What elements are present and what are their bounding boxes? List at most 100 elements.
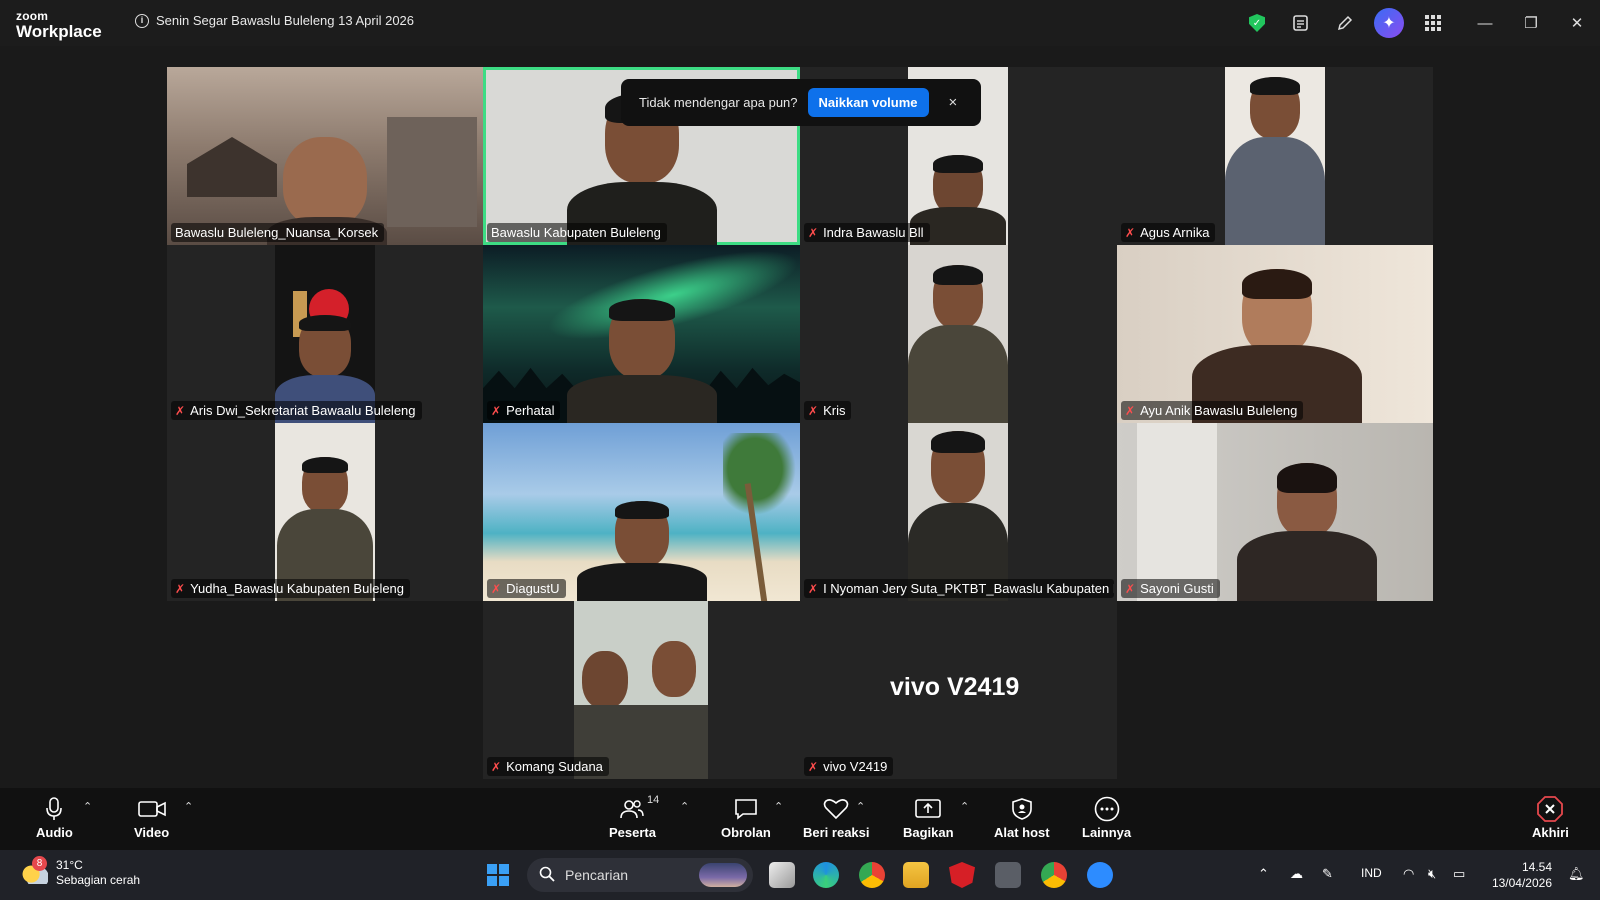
video-button[interactable]: Video	[134, 796, 169, 840]
raise-volume-button[interactable]: Naikkan volume	[807, 88, 929, 117]
share-caret-icon[interactable]: ⌃	[960, 800, 969, 813]
participant-video	[1242, 269, 1312, 355]
participant-tile[interactable]: ✗ DiagustU	[483, 423, 800, 601]
mic-muted-icon: ✗	[808, 225, 819, 240]
participants-caret-icon[interactable]: ⌃	[680, 800, 689, 813]
close-icon[interactable]: ✕	[1554, 8, 1600, 38]
notifications-bell-icon[interactable]: 🔔︎	[1568, 866, 1585, 882]
participant-video	[275, 245, 375, 423]
chat-button[interactable]: Obrolan	[721, 796, 771, 840]
chrome-profile-icon[interactable]	[1041, 862, 1067, 888]
popup-text: Tidak mendengar apa pun?	[639, 95, 798, 110]
search-highlight-image	[699, 863, 747, 887]
video-options-caret-icon[interactable]: ⌃	[184, 800, 193, 813]
participant-video	[283, 137, 367, 227]
zoom-app-icon[interactable]	[1087, 862, 1113, 888]
security-shield-icon[interactable]: ✓	[1242, 8, 1272, 38]
participant-tile[interactable]: ✗ Perhatal	[483, 245, 800, 423]
minimize-icon[interactable]: —	[1462, 8, 1508, 38]
audio-button[interactable]: Audio	[36, 796, 73, 840]
taskbar-search[interactable]: Pencarian	[527, 858, 753, 892]
mic-muted-icon: ✗	[808, 403, 819, 418]
share-screen-icon	[915, 796, 942, 822]
calculator-icon[interactable]	[995, 862, 1021, 888]
participant-tile[interactable]: Bawaslu Buleleng_Nuansa_Korsek	[167, 67, 483, 245]
windows-start-icon[interactable]	[487, 864, 509, 886]
participants-icon	[620, 796, 645, 822]
participant-video	[908, 423, 1008, 601]
participant-video	[275, 423, 375, 601]
participant-name: ✗ I Nyoman Jery Suta_PKTBT_Bawaslu Kabupa…	[804, 579, 1114, 598]
language-indicator[interactable]: IND	[1361, 866, 1382, 880]
participant-tile[interactable]: ✗ I Nyoman Jery Suta_PKTBT_Bawaslu Kabupa…	[800, 423, 1117, 601]
pen-input-icon[interactable]: ✎	[1322, 866, 1333, 882]
participant-video	[608, 299, 675, 379]
end-x-icon	[1537, 796, 1564, 822]
wifi-icon[interactable]: ◠	[1403, 866, 1414, 882]
search-placeholder: Pencarian	[565, 867, 629, 883]
participant-tile[interactable]: ✗ Sayoni Gusti	[1117, 423, 1433, 601]
participant-video	[908, 245, 1008, 423]
mic-muted-icon: ✗	[491, 403, 502, 418]
meeting-info[interactable]: i Senin Segar Bawaslu Buleleng 13 April …	[135, 13, 414, 28]
notes-icon[interactable]	[1286, 8, 1316, 38]
antivirus-shield-icon[interactable]	[949, 862, 975, 888]
chat-caret-icon[interactable]: ⌃	[774, 800, 783, 813]
chrome-icon[interactable]	[859, 862, 885, 888]
apps-grid-icon[interactable]	[1418, 8, 1448, 38]
end-meeting-button[interactable]: Akhiri	[1532, 796, 1569, 840]
mic-muted-icon: ✗	[808, 581, 819, 596]
participant-name: ✗ Agus Arnika	[1121, 223, 1216, 242]
react-caret-icon[interactable]: ⌃	[856, 800, 865, 813]
volume-muted-icon[interactable]: 🔇︎	[1428, 866, 1436, 882]
participant-tile[interactable]: ✗ Aris Dwi_Sekretariat Bawaalu Buleleng	[167, 245, 483, 423]
microphone-icon	[46, 796, 63, 822]
participant-tile[interactable]: ✗ Agus Arnika	[1117, 67, 1433, 245]
participant-video	[574, 601, 708, 779]
participant-video	[1225, 67, 1325, 245]
participant-name: ✗ Komang Sudana	[487, 757, 609, 776]
participant-name: ✗ vivo V2419	[804, 757, 894, 776]
participant-name: ✗ Aris Dwi_Sekretariat Bawaalu Buleleng	[171, 401, 422, 420]
clock-time: 14.54	[1521, 860, 1552, 874]
host-shield-icon	[1012, 796, 1032, 822]
participant-tile[interactable]: ✗ Kris	[800, 245, 1117, 423]
host-tools-button[interactable]: Alat host	[994, 796, 1050, 840]
more-button[interactable]: Lainnya	[1082, 796, 1131, 840]
mic-muted-icon: ✗	[1125, 403, 1136, 418]
participant-tile[interactable]: ✗ Ayu Anik Bawaslu Buleleng	[1117, 245, 1433, 423]
battery-icon[interactable]: ▭	[1453, 866, 1465, 882]
participant-tile[interactable]: ✗ Komang Sudana	[483, 601, 800, 779]
participant-name: ✗ Sayoni Gusti	[1121, 579, 1220, 598]
participant-tile[interactable]: ✗ Yudha_Bawaslu Kabupaten Buleleng	[167, 423, 483, 601]
brand-large: Workplace	[16, 22, 102, 41]
meeting-title: Senin Segar Bawaslu Buleleng 13 April 20…	[156, 13, 415, 28]
participant-name: ✗ Ayu Anik Bawaslu Buleleng	[1121, 401, 1304, 420]
participants-count: 14	[647, 794, 660, 806]
meeting-toolbar: Audio ⌃ Video ⌃ Peserta 14 ⌃ Obrolan ⌃ B…	[0, 788, 1600, 850]
zoom-logo: zoom Workplace	[16, 10, 102, 40]
weather-widget[interactable]: 8 31°C Sebagian cerah	[22, 856, 141, 888]
ai-companion-icon[interactable]: ✦	[1374, 8, 1404, 38]
onedrive-cloud-icon[interactable]: ☁	[1290, 866, 1303, 882]
task-view-icon[interactable]	[769, 862, 795, 888]
pencil-icon[interactable]	[1330, 8, 1360, 38]
audio-options-caret-icon[interactable]: ⌃	[83, 800, 92, 813]
clock-date: 13/04/2026	[1491, 876, 1552, 890]
popup-close-icon[interactable]: ×	[949, 94, 958, 111]
weather-description: Sebagian cerah	[56, 873, 141, 887]
file-explorer-icon[interactable]	[903, 862, 929, 888]
restore-icon[interactable]: ❐	[1508, 8, 1554, 38]
video-gallery: Bawaslu Buleleng_Nuansa_Korsek Bawaslu K…	[0, 46, 1600, 788]
mic-muted-icon: ✗	[491, 581, 502, 596]
system-clock[interactable]: 14.54 13/04/2026	[1492, 859, 1552, 891]
notification-badge: 8	[32, 856, 47, 871]
show-hidden-icons-icon[interactable]: ⌃	[1258, 866, 1269, 882]
weather-partly-sunny-icon: 8	[22, 856, 48, 884]
edge-browser-icon[interactable]	[813, 862, 839, 888]
share-button[interactable]: Bagikan	[903, 796, 954, 840]
mic-muted-icon: ✗	[491, 759, 502, 774]
info-icon[interactable]: i	[135, 13, 149, 28]
camera-icon	[137, 796, 166, 822]
participant-tile-video-off[interactable]: vivo V2419 ✗ vivo V2419	[800, 601, 1117, 779]
